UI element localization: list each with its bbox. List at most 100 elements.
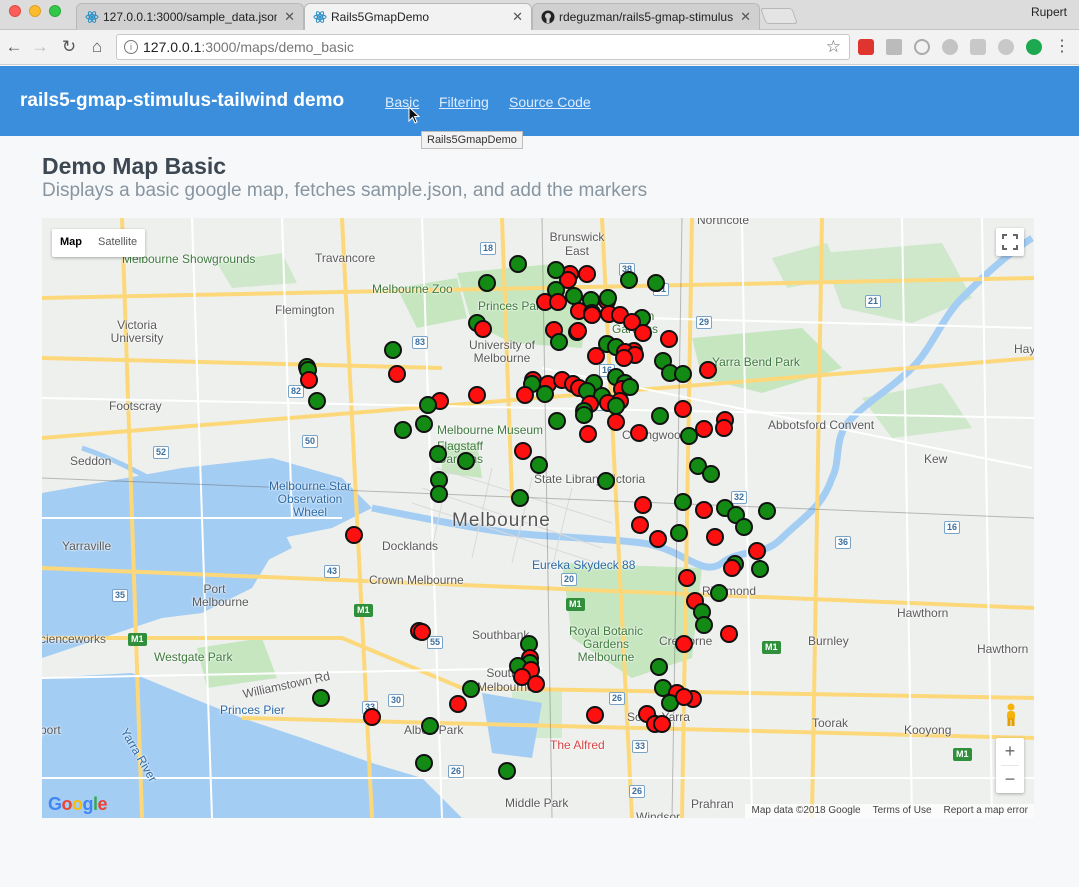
map-marker-red[interactable] bbox=[630, 424, 648, 442]
map-marker-green[interactable] bbox=[478, 274, 496, 292]
map-marker-red[interactable] bbox=[587, 347, 605, 365]
close-tab-icon[interactable]: ✕ bbox=[740, 9, 751, 25]
map-marker-green[interactable] bbox=[421, 717, 439, 735]
map-marker-red[interactable] bbox=[413, 623, 431, 641]
map-marker-green[interactable] bbox=[670, 524, 688, 542]
map-marker-green[interactable] bbox=[430, 485, 448, 503]
map-marker-green[interactable] bbox=[415, 754, 433, 772]
map-marker-red[interactable] bbox=[649, 530, 667, 548]
map-marker-red[interactable] bbox=[514, 442, 532, 460]
map-marker-red[interactable] bbox=[579, 425, 597, 443]
map-marker-red[interactable] bbox=[468, 386, 486, 404]
map-marker-red[interactable] bbox=[699, 361, 717, 379]
pegman-icon[interactable] bbox=[1002, 703, 1020, 727]
map-marker-red[interactable] bbox=[631, 516, 649, 534]
map-marker-green[interactable] bbox=[312, 689, 330, 707]
map-marker-red[interactable] bbox=[549, 293, 567, 311]
camera-extension-icon[interactable] bbox=[886, 39, 902, 55]
map-marker-green[interactable] bbox=[674, 365, 692, 383]
map-marker-green[interactable] bbox=[597, 472, 615, 490]
reload-icon[interactable]: ↻ bbox=[59, 37, 79, 57]
zoom-out-button[interactable]: − bbox=[996, 766, 1024, 793]
info-icon[interactable]: i bbox=[124, 40, 138, 54]
map-marker-green[interactable] bbox=[702, 465, 720, 483]
bookmark-star-icon[interactable]: ☆ bbox=[826, 37, 841, 57]
back-arrow-icon[interactable]: ← bbox=[4, 37, 24, 57]
map-marker-red[interactable] bbox=[660, 330, 678, 348]
close-window-button[interactable] bbox=[9, 5, 21, 17]
report-map-error-link[interactable]: Report a map error bbox=[938, 804, 1034, 818]
map-marker-red[interactable] bbox=[634, 324, 652, 342]
map-marker-green[interactable] bbox=[457, 452, 475, 470]
google-map[interactable]: Northcote Brunswick East Travancore Melb… bbox=[42, 218, 1034, 818]
fullscreen-button[interactable] bbox=[996, 228, 1024, 256]
map-marker-red[interactable] bbox=[527, 675, 545, 693]
nav-link-filtering[interactable]: Filtering bbox=[439, 94, 489, 110]
new-tab-button[interactable] bbox=[760, 8, 798, 24]
browser-tab-github[interactable]: rdeguzman/rails5-gmap-stimulus-tailwind … bbox=[532, 3, 760, 30]
map-marker-green[interactable] bbox=[429, 445, 447, 463]
map-data-credit[interactable]: Map data ©2018 Google bbox=[745, 804, 866, 818]
close-tab-icon[interactable]: ✕ bbox=[284, 9, 295, 25]
map-marker-green[interactable] bbox=[509, 255, 527, 273]
map-marker-red[interactable] bbox=[615, 349, 633, 367]
map-marker-green[interactable] bbox=[674, 493, 692, 511]
google-logo[interactable]: Google bbox=[48, 794, 108, 815]
react-devtools-icon[interactable] bbox=[970, 39, 986, 55]
map-marker-red[interactable] bbox=[720, 625, 738, 643]
map-marker-green[interactable] bbox=[651, 407, 669, 425]
map-marker-green[interactable] bbox=[650, 658, 668, 676]
map-type-map-button[interactable]: Map bbox=[52, 229, 90, 257]
map-marker-red[interactable] bbox=[607, 413, 625, 431]
map-marker-green[interactable] bbox=[695, 616, 713, 634]
home-icon[interactable]: ⌂ bbox=[87, 37, 107, 57]
map-marker-green[interactable] bbox=[511, 489, 529, 507]
map-marker-green[interactable] bbox=[530, 456, 548, 474]
map-marker-green[interactable] bbox=[575, 406, 593, 424]
map-marker-red[interactable] bbox=[748, 542, 766, 560]
profile-name[interactable]: Rupert bbox=[1031, 5, 1067, 19]
grammarly-icon[interactable] bbox=[1026, 39, 1042, 55]
map-marker-green[interactable] bbox=[384, 341, 402, 359]
map-marker-green[interactable] bbox=[680, 427, 698, 445]
map-marker-green[interactable] bbox=[394, 421, 412, 439]
map-marker-green[interactable] bbox=[462, 680, 480, 698]
map-marker-green[interactable] bbox=[308, 392, 326, 410]
map-marker-red[interactable] bbox=[569, 322, 587, 340]
menu-dots-icon[interactable]: ⋮ bbox=[1052, 37, 1072, 57]
map-marker-green[interactable] bbox=[751, 560, 769, 578]
brand-title[interactable]: rails5-gmap-stimulus-tailwind demo bbox=[20, 90, 344, 112]
map-marker-green[interactable] bbox=[498, 762, 516, 780]
close-tab-icon[interactable]: ✕ bbox=[512, 9, 523, 25]
browser-tab-sample-json[interactable]: 127.0.0.1:3000/sample_data.json ✕ bbox=[76, 3, 304, 30]
map-marker-green[interactable] bbox=[647, 274, 665, 292]
map-marker-red[interactable] bbox=[653, 715, 671, 733]
extension-icon[interactable] bbox=[942, 39, 958, 55]
map-marker-red[interactable] bbox=[300, 371, 318, 389]
map-marker-green[interactable] bbox=[419, 396, 437, 414]
map-marker-red[interactable] bbox=[634, 496, 652, 514]
map-marker-green[interactable] bbox=[548, 412, 566, 430]
browser-tab-rails5gmapdemo[interactable]: Rails5GmapDemo ✕ bbox=[304, 3, 532, 31]
map-marker-red[interactable] bbox=[449, 695, 467, 713]
map-marker-green[interactable] bbox=[550, 333, 568, 351]
map-marker-green[interactable] bbox=[758, 502, 776, 520]
map-type-satellite-button[interactable]: Satellite bbox=[90, 229, 145, 257]
map-marker-green[interactable] bbox=[620, 271, 638, 289]
address-bar[interactable]: i 127.0.0.1:3000/maps/demo_basic ☆ bbox=[116, 34, 850, 60]
extension-icon[interactable] bbox=[914, 39, 930, 55]
map-marker-red[interactable] bbox=[706, 528, 724, 546]
maximize-window-button[interactable] bbox=[49, 5, 61, 17]
terms-of-use-link[interactable]: Terms of Use bbox=[867, 804, 938, 818]
map-marker-red[interactable] bbox=[388, 365, 406, 383]
map-marker-red[interactable] bbox=[474, 320, 492, 338]
map-marker-red[interactable] bbox=[678, 569, 696, 587]
map-marker-red[interactable] bbox=[674, 400, 692, 418]
forward-arrow-icon[interactable]: → bbox=[30, 37, 50, 57]
minimize-window-button[interactable] bbox=[29, 5, 41, 17]
map-marker-red[interactable] bbox=[695, 501, 713, 519]
extension-icon[interactable] bbox=[998, 39, 1014, 55]
map-marker-red[interactable] bbox=[345, 526, 363, 544]
map-marker-green[interactable] bbox=[735, 518, 753, 536]
map-marker-red[interactable] bbox=[516, 386, 534, 404]
